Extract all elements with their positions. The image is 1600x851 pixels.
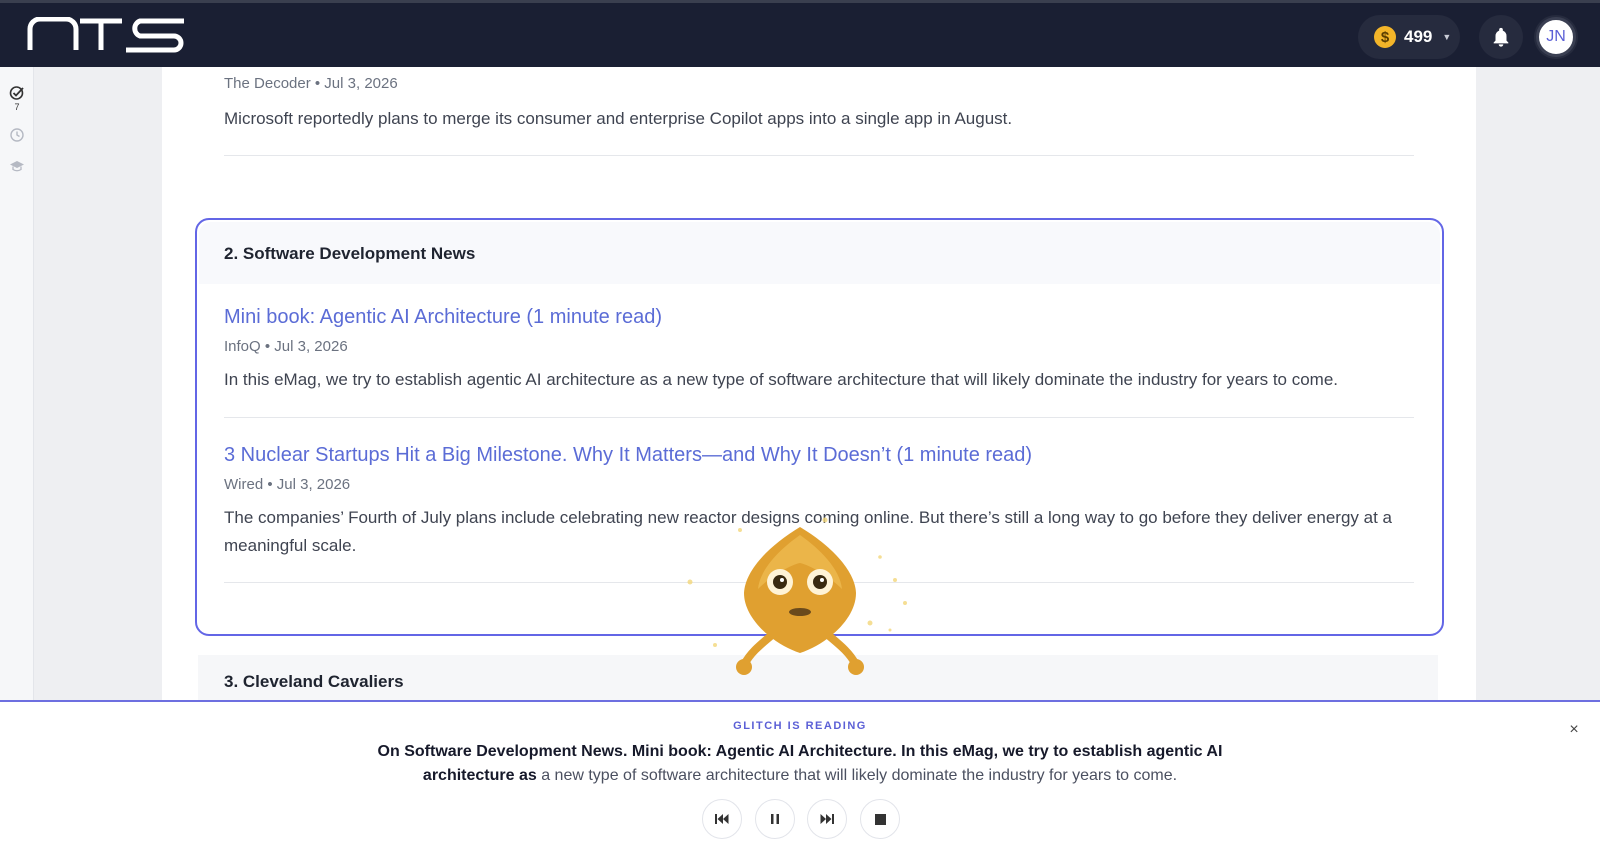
coin-icon: $ bbox=[1374, 26, 1396, 48]
coin-count: 499 bbox=[1404, 27, 1433, 46]
chevron-down-icon: ▼ bbox=[1442, 32, 1452, 42]
notifications-button[interactable] bbox=[1479, 15, 1523, 59]
coin-balance-button[interactable]: $ 499 ▼ bbox=[1358, 15, 1460, 59]
pause-icon bbox=[771, 814, 779, 824]
skip-forward-icon bbox=[820, 814, 834, 824]
reading-bar: GLITCH IS READING On Software Developmen… bbox=[0, 700, 1600, 851]
reader-status-label: GLITCH IS READING bbox=[733, 720, 867, 732]
left-rail: 7 bbox=[0, 67, 34, 701]
rail-tasks[interactable]: 7 bbox=[9, 85, 25, 112]
article-meta: Wired • Jul 3, 2026 bbox=[224, 476, 351, 493]
previous-button[interactable] bbox=[702, 799, 742, 839]
pause-button[interactable] bbox=[755, 799, 795, 839]
skip-back-icon bbox=[715, 814, 729, 824]
divider bbox=[224, 417, 1414, 418]
reader-unread-text: a new type of software architecture that… bbox=[536, 767, 1178, 784]
tasks-count: 7 bbox=[14, 102, 20, 112]
article-headline-link[interactable]: 3 Nuclear Startups Hit a Big Milestone. … bbox=[224, 444, 1032, 467]
stop-icon bbox=[874, 813, 886, 825]
article-meta: InfoQ • Jul 3, 2026 bbox=[224, 338, 348, 355]
user-avatar[interactable]: JN bbox=[1536, 17, 1576, 57]
next-button[interactable] bbox=[807, 799, 847, 839]
graduation-cap-icon bbox=[10, 161, 24, 172]
glitch-mascot[interactable] bbox=[680, 485, 920, 690]
close-icon[interactable]: × bbox=[1564, 720, 1584, 740]
article-summary: In this eMag, we try to establish agenti… bbox=[224, 370, 1339, 389]
rail-history[interactable] bbox=[9, 127, 25, 143]
glitch-mascot-icon bbox=[687, 517, 907, 675]
top-bar: $ 499 ▼ JN bbox=[0, 0, 1600, 67]
prev-article-summary: Microsoft reportedly plans to merge its … bbox=[224, 109, 1013, 128]
article-headline-link[interactable]: Mini book: Agentic AI Architecture (1 mi… bbox=[224, 306, 662, 329]
section-title: 3. Cleveland Cavaliers bbox=[224, 672, 404, 691]
rail-learn[interactable] bbox=[9, 159, 25, 173]
bell-icon bbox=[1493, 27, 1509, 47]
reader-caption: On Software Development News. Mini book:… bbox=[360, 740, 1240, 788]
divider bbox=[224, 155, 1414, 156]
stop-button[interactable] bbox=[860, 799, 900, 839]
check-badge-icon bbox=[9, 86, 24, 100]
prev-article-meta: The Decoder • Jul 3, 2026 bbox=[224, 75, 398, 92]
clock-icon bbox=[10, 128, 24, 142]
nts-logo[interactable] bbox=[26, 16, 188, 58]
section-title: 2. Software Development News bbox=[224, 244, 476, 263]
